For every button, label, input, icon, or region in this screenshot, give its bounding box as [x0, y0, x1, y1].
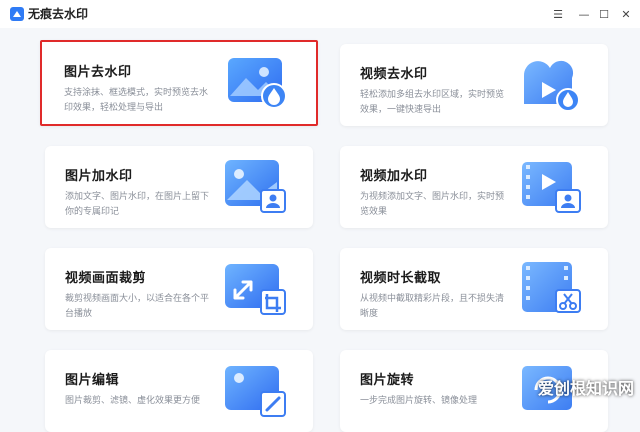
image-edit-icon [225, 366, 286, 417]
app-title: 无痕去水印 [28, 7, 89, 21]
card-title: 视频画面裁剪 [65, 271, 147, 286]
video-add-watermark-icon [522, 162, 581, 213]
card-desc: 一步完成图片旋转、镜像处理 [360, 396, 478, 406]
card-title: 图片编辑 [65, 373, 120, 388]
image-remove-watermark-icon [228, 58, 287, 109]
app-logo-icon [10, 7, 24, 21]
card-video-remove-watermark[interactable]: 视频去水印 轻松添加多组去水印区域，实时预览效果，一键快速导出 [340, 44, 608, 126]
watermark-text: 爱创根知识网 [537, 379, 634, 398]
card-title: 图片去水印 [64, 65, 132, 80]
card-desc: 轻松添加多组去水印区域，实时预览效果，一键快速导出 [360, 90, 505, 115]
feature-grid: 图片去水印 支持涂抹、框选模式，实时预览去水印效果，轻松处理与导出 视频去水印 … [0, 28, 640, 432]
card-desc: 添加文字、图片水印，在图片上留下你的专属印记 [65, 192, 210, 217]
card-image-remove-watermark[interactable]: 图片去水印 支持涂抹、框选模式，实时预览去水印效果，轻松处理与导出 [40, 40, 318, 126]
card-image-edit[interactable]: 图片编辑 图片裁剪、滤镜、虚化效果更方便 [45, 350, 313, 432]
title-bar: 无痕去水印 ☰ — ☐ ✕ [0, 0, 640, 28]
close-button[interactable]: ✕ [616, 4, 636, 24]
image-add-watermark-icon [225, 160, 286, 213]
card-video-crop[interactable]: 视频画面裁剪 裁剪视频画面大小，以适合在各个平台播放 [45, 248, 313, 330]
card-title: 视频时长截取 [360, 271, 442, 286]
minimize-button[interactable]: — [574, 4, 594, 24]
menu-button[interactable]: ☰ [548, 4, 568, 24]
card-desc: 为视频添加文字、图片水印，实时预览效果 [360, 192, 505, 217]
video-remove-watermark-icon [523, 60, 580, 112]
card-image-add-watermark[interactable]: 图片加水印 添加文字、图片水印，在图片上留下你的专属印记 [45, 146, 313, 228]
card-title: 图片加水印 [65, 169, 133, 184]
video-crop-icon [225, 264, 286, 315]
card-title: 视频加水印 [360, 169, 428, 184]
card-video-add-watermark[interactable]: 视频加水印 为视频添加文字、图片水印，实时预览效果 [340, 146, 608, 228]
card-title: 视频去水印 [360, 67, 428, 82]
card-title: 图片旋转 [360, 373, 415, 388]
card-desc: 从视频中截取精彩片段，且不损失清晰度 [360, 294, 505, 319]
card-desc: 裁剪视频画面大小，以适合在各个平台播放 [65, 294, 210, 319]
maximize-button[interactable]: ☐ [594, 4, 614, 24]
video-trim-icon [522, 262, 581, 313]
card-desc: 支持涂抹、框选模式，实时预览去水印效果，轻松处理与导出 [64, 88, 209, 113]
card-desc: 图片裁剪、滤镜、虚化效果更方便 [65, 396, 201, 406]
card-video-trim[interactable]: 视频时长截取 从视频中截取精彩片段，且不损失清晰度 [340, 248, 608, 330]
